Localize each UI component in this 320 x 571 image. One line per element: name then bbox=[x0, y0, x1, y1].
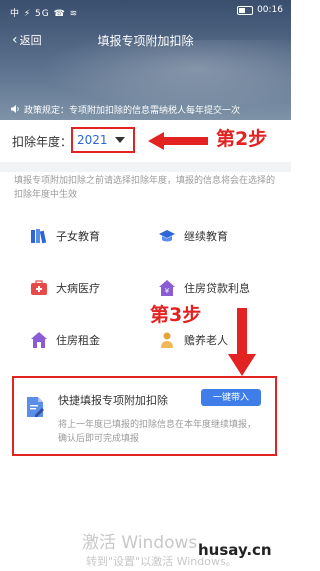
category-label: 住房租金 bbox=[56, 334, 100, 347]
step2-annotation: 第2步 bbox=[216, 128, 268, 150]
svg-text:¥: ¥ bbox=[165, 287, 170, 295]
clock: 00:16 bbox=[257, 5, 283, 15]
status-right: 00:16 bbox=[237, 5, 283, 15]
status-indicators: 中 ⚡ 5G ☎ ≋ bbox=[10, 9, 79, 19]
graduation-cap-icon bbox=[159, 230, 175, 242]
windows-activation-watermark: 激活 Windows bbox=[82, 533, 198, 553]
quick-fill-description: 将上一年度已填报的扣除信息在本年度继续填报，确认后即可完成填报 bbox=[58, 420, 257, 444]
arrow-left-icon bbox=[148, 132, 208, 150]
divider bbox=[0, 162, 291, 172]
year-hint-text: 填报专项附加扣除之前请选择扣除年度，填报的信息将会在选择的扣除年度中生效 bbox=[14, 176, 276, 200]
category-label: 大病医疗 bbox=[56, 282, 100, 295]
books-icon bbox=[31, 229, 47, 244]
category-mortgage-interest[interactable]: ¥ 住房贷款利息 bbox=[158, 279, 250, 297]
step3-annotation: 第3步 bbox=[150, 304, 202, 326]
status-bar: 中 ⚡ 5G ☎ ≋ 00:16 bbox=[0, 0, 291, 22]
header-banner: 中 ⚡ 5G ☎ ≋ 00:16 ‹ 返回 填报专项附加扣除 政策规定：专项附加… bbox=[0, 0, 291, 120]
year-selector-row: 扣除年度： 2021 第2步 bbox=[0, 120, 291, 162]
category-continuing-education[interactable]: 继续教育 bbox=[158, 227, 228, 245]
year-dropdown[interactable]: 2021 bbox=[71, 127, 135, 153]
category-elderly-support[interactable]: 赡养老人 bbox=[158, 331, 228, 349]
category-label: 继续教育 bbox=[184, 230, 228, 243]
medical-kit-icon bbox=[31, 280, 47, 295]
policy-notice-text: 政策规定：专项附加扣除的信息需纳税人每年提交一次 bbox=[24, 105, 241, 116]
nav-bar: ‹ 返回 填报专项附加扣除 bbox=[0, 28, 291, 52]
quick-fill-card[interactable]: 快捷填报专项附加扣除 一键带入 将上一年度已填报的扣除信息在本年度继续填报，确认… bbox=[12, 376, 277, 456]
elder-icon bbox=[161, 332, 173, 348]
category-label: 住房贷款利息 bbox=[184, 282, 250, 295]
document-edit-icon bbox=[27, 397, 44, 417]
year-value: 2021 bbox=[77, 133, 108, 147]
house-rent-icon bbox=[31, 332, 47, 348]
category-label: 赡养老人 bbox=[184, 334, 228, 347]
category-label: 子女教育 bbox=[56, 230, 100, 243]
caret-down-icon bbox=[115, 137, 125, 143]
battery-icon bbox=[237, 5, 254, 15]
category-child-education[interactable]: 子女教育 bbox=[30, 227, 100, 245]
category-rent[interactable]: 住房租金 bbox=[30, 331, 100, 349]
policy-notice: 政策规定：专项附加扣除的信息需纳税人每年提交一次 bbox=[0, 98, 291, 120]
quick-fill-title: 快捷填报专项附加扣除 bbox=[58, 394, 168, 407]
page-title: 填报专项附加扣除 bbox=[97, 34, 194, 48]
one-click-import-button[interactable]: 一键带入 bbox=[201, 389, 261, 406]
year-label: 扣除年度： bbox=[12, 135, 73, 149]
site-watermark: husay.cn bbox=[198, 541, 272, 559]
house-icon: ¥ bbox=[159, 280, 175, 296]
arrow-down-icon bbox=[228, 308, 256, 376]
speaker-icon bbox=[11, 105, 19, 113]
category-medical[interactable]: 大病医疗 bbox=[30, 279, 100, 297]
